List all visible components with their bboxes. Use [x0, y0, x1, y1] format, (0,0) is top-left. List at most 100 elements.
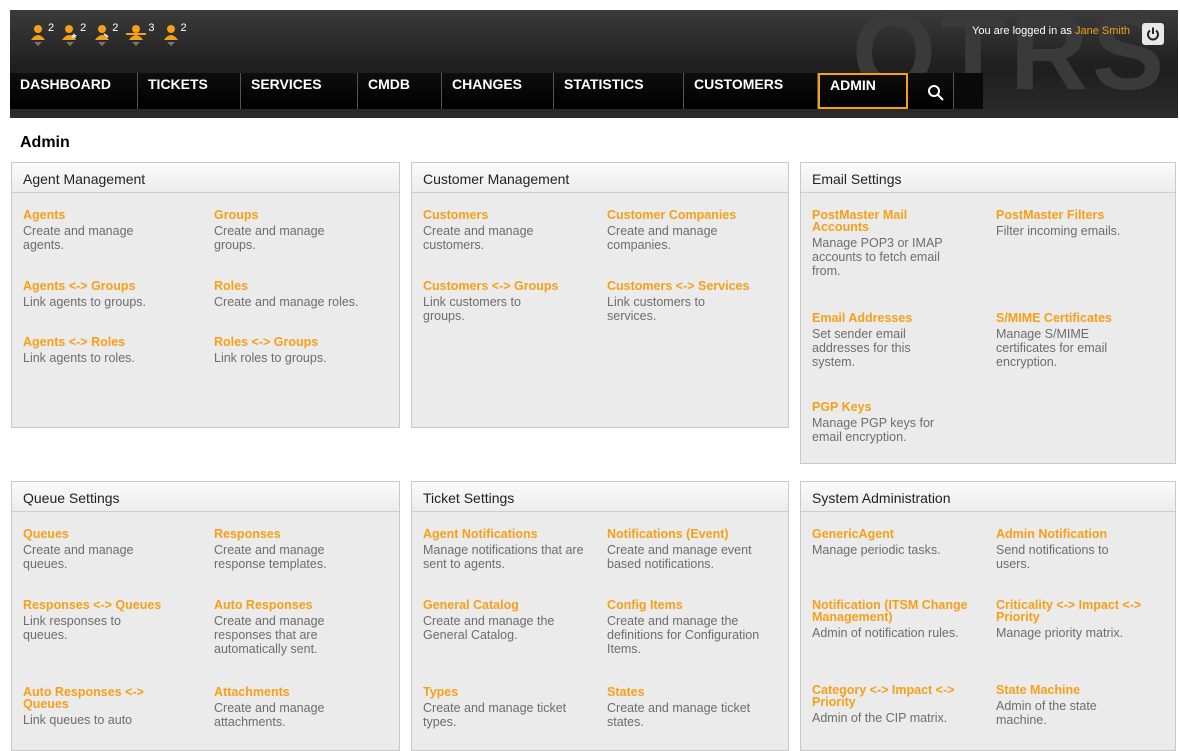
agent-toolbar: 2 2 2 3 2 [30, 22, 195, 46]
admin-item-description: Filter incoming emails. [996, 224, 1121, 238]
admin-item-description: Create and manage groups. [214, 224, 325, 252]
admin-link[interactable]: Agents <-> Roles [23, 336, 203, 349]
admin-item-general-catalog: General Catalog Create and manage the Ge… [423, 599, 603, 642]
admin-link[interactable]: Queues [23, 528, 203, 541]
admin-link[interactable]: Roles <-> Groups [214, 336, 394, 349]
admin-link[interactable]: Config Items [607, 599, 787, 612]
toolbar-count: 2 [80, 22, 87, 34]
admin-item-description: Manage notifications that are sent to ag… [423, 543, 584, 571]
nav-dashboard[interactable]: DASHBOARD [10, 73, 138, 109]
admin-item-description: Manage POP3 or IMAP accounts to fetch em… [812, 236, 943, 278]
admin-item-description: Create and manage agents. [23, 224, 134, 252]
admin-item-attachments: Attachments Create and manage attachment… [214, 686, 394, 729]
admin-item-customers-groups: Customers <-> Groups Link customers to g… [423, 280, 603, 323]
nav-search[interactable] [908, 73, 954, 109]
nav-admin[interactable]: ADMIN [818, 73, 908, 109]
admin-item-auto-responses: Auto Responses Create and manage respons… [214, 599, 394, 656]
box-header: Email Settings [801, 163, 1175, 193]
toolbar-item-4[interactable]: 3 [126, 22, 155, 46]
admin-item-postmaster-filters: PostMaster Filters Filter incoming email… [996, 209, 1176, 238]
admin-link[interactable]: PGP Keys [812, 401, 992, 414]
admin-link[interactable]: Category <-> Impact <-> Priority [812, 684, 982, 709]
admin-link[interactable]: GenericAgent [812, 528, 992, 541]
admin-link[interactable]: Criticality <-> Impact <-> Priority [996, 599, 1166, 624]
admin-item-agents-roles: Agents <-> Roles Link agents to roles. [23, 336, 203, 365]
admin-link[interactable]: Notification (ITSM Change Management) [812, 599, 972, 624]
admin-item-queues: Queues Create and manage queues. [23, 528, 203, 571]
admin-link[interactable]: Admin Notification [996, 528, 1176, 541]
admin-link[interactable]: States [607, 686, 787, 699]
admin-link[interactable]: Customers <-> Services [607, 280, 787, 293]
admin-link[interactable]: S/MIME Certificates [996, 312, 1176, 325]
admin-link[interactable]: Types [423, 686, 603, 699]
admin-link[interactable]: General Catalog [423, 599, 603, 612]
admin-link[interactable]: Customers <-> Groups [423, 280, 603, 293]
admin-item-pgp-keys: PGP Keys Manage PGP keys for email encry… [812, 401, 992, 444]
admin-item-agent-notifications: Agent Notifications Manage notifications… [423, 528, 603, 571]
system-administration-box: System Administration GenericAgent Manag… [800, 481, 1176, 751]
admin-link[interactable]: Email Addresses [812, 312, 992, 325]
toolbar-item-5[interactable]: 2 [163, 22, 187, 46]
admin-item-description: Link roles to groups. [214, 351, 327, 365]
admin-item-description: Create and manage queues. [23, 543, 134, 571]
admin-item-genericagent: GenericAgent Manage periodic tasks. [812, 528, 992, 557]
admin-link[interactable]: Agents [23, 209, 203, 222]
admin-link[interactable]: Responses <-> Queues [23, 599, 203, 612]
admin-item-customer-companies: Customer Companies Create and manage com… [607, 209, 787, 252]
admin-link[interactable]: Groups [214, 209, 394, 222]
agent-lock-icon [126, 25, 147, 46]
admin-item-category-impact-priority: Category <-> Impact <-> Priority Admin o… [812, 684, 992, 725]
nav-customers[interactable]: CUSTOMERS [684, 73, 818, 109]
admin-item-description: Create and manage roles. [214, 295, 359, 309]
admin-link[interactable]: PostMaster Mail Accounts [812, 209, 962, 234]
admin-link[interactable]: Agents <-> Groups [23, 280, 203, 293]
nav-services[interactable]: SERVICES [241, 73, 358, 109]
nav-tickets[interactable]: TICKETS [138, 73, 241, 109]
admin-link[interactable]: Roles [214, 280, 394, 293]
admin-item-responses-queues: Responses <-> Queues Link responses to q… [23, 599, 203, 642]
admin-item-types: Types Create and manage ticket types. [423, 686, 603, 729]
toolbar-item-1[interactable]: 2 [30, 22, 55, 46]
nav-statistics[interactable]: STATISTICS [554, 73, 684, 109]
admin-link[interactable]: Customer Companies [607, 209, 787, 222]
ticket-settings-box: Ticket Settings Agent Notifications Mana… [411, 481, 789, 751]
admin-item-description: Manage priority matrix. [996, 626, 1124, 640]
agent-star-icon [62, 25, 78, 46]
admin-item-description: Create and manage the definitions for Co… [607, 614, 760, 656]
admin-link[interactable]: PostMaster Filters [996, 209, 1176, 222]
admin-link[interactable]: Notifications (Event) [607, 528, 787, 541]
box-header: Queue Settings [12, 482, 399, 512]
main-navigation: DASHBOARD TICKETS SERVICES CMDB CHANGES … [10, 73, 983, 109]
toolbar-count: 3 [148, 22, 155, 34]
admin-item-customers-services: Customers <-> Services Link customers to… [607, 280, 787, 323]
nav-changes[interactable]: CHANGES [442, 73, 554, 109]
admin-link[interactable]: Agent Notifications [423, 528, 603, 541]
admin-link[interactable]: Attachments [214, 686, 394, 699]
box-header: Ticket Settings [412, 482, 788, 512]
admin-item-criticality-impact-priority: Criticality <-> Impact <-> Priority Mana… [996, 599, 1176, 640]
admin-item-admin-notification: Admin Notification Send notifications to… [996, 528, 1176, 571]
admin-link[interactable]: Responses [214, 528, 394, 541]
toolbar-item-2[interactable]: 2 [62, 22, 87, 46]
admin-item-description: Admin of notification rules. [812, 626, 959, 640]
admin-item-states: States Create and manage ticket states. [607, 686, 787, 729]
logged-in-user: You are logged in as Jane Smith [972, 25, 1130, 37]
admin-item-description: Create and manage responses that are aut… [214, 614, 325, 656]
admin-item-customers: Customers Create and manage customers. [423, 209, 603, 252]
admin-item-description: Link agents to roles. [23, 351, 135, 365]
admin-item-description: Create and manage the General Catalog. [423, 614, 555, 642]
toolbar-count: 2 [48, 22, 55, 34]
admin-item-notifications-event: Notifications (Event) Create and manage … [607, 528, 787, 571]
toolbar-item-3[interactable]: 2 [94, 22, 118, 46]
logout-button[interactable] [1142, 23, 1164, 45]
admin-item-description: Create and manage response templates. [214, 543, 327, 571]
admin-link[interactable]: Auto Responses [214, 599, 394, 612]
user-name-link[interactable]: Jane Smith [1075, 25, 1130, 37]
admin-link[interactable]: Customers [423, 209, 603, 222]
nav-cmdb[interactable]: CMDB [358, 73, 442, 109]
admin-item-description: Link customers to groups. [423, 295, 521, 323]
admin-item-agents-groups: Agents <-> Groups Link agents to groups. [23, 280, 203, 309]
admin-item-description: Link queues to auto [23, 713, 133, 727]
admin-link[interactable]: State Machine [996, 684, 1176, 697]
admin-link[interactable]: Auto Responses <-> Queues [23, 686, 173, 711]
